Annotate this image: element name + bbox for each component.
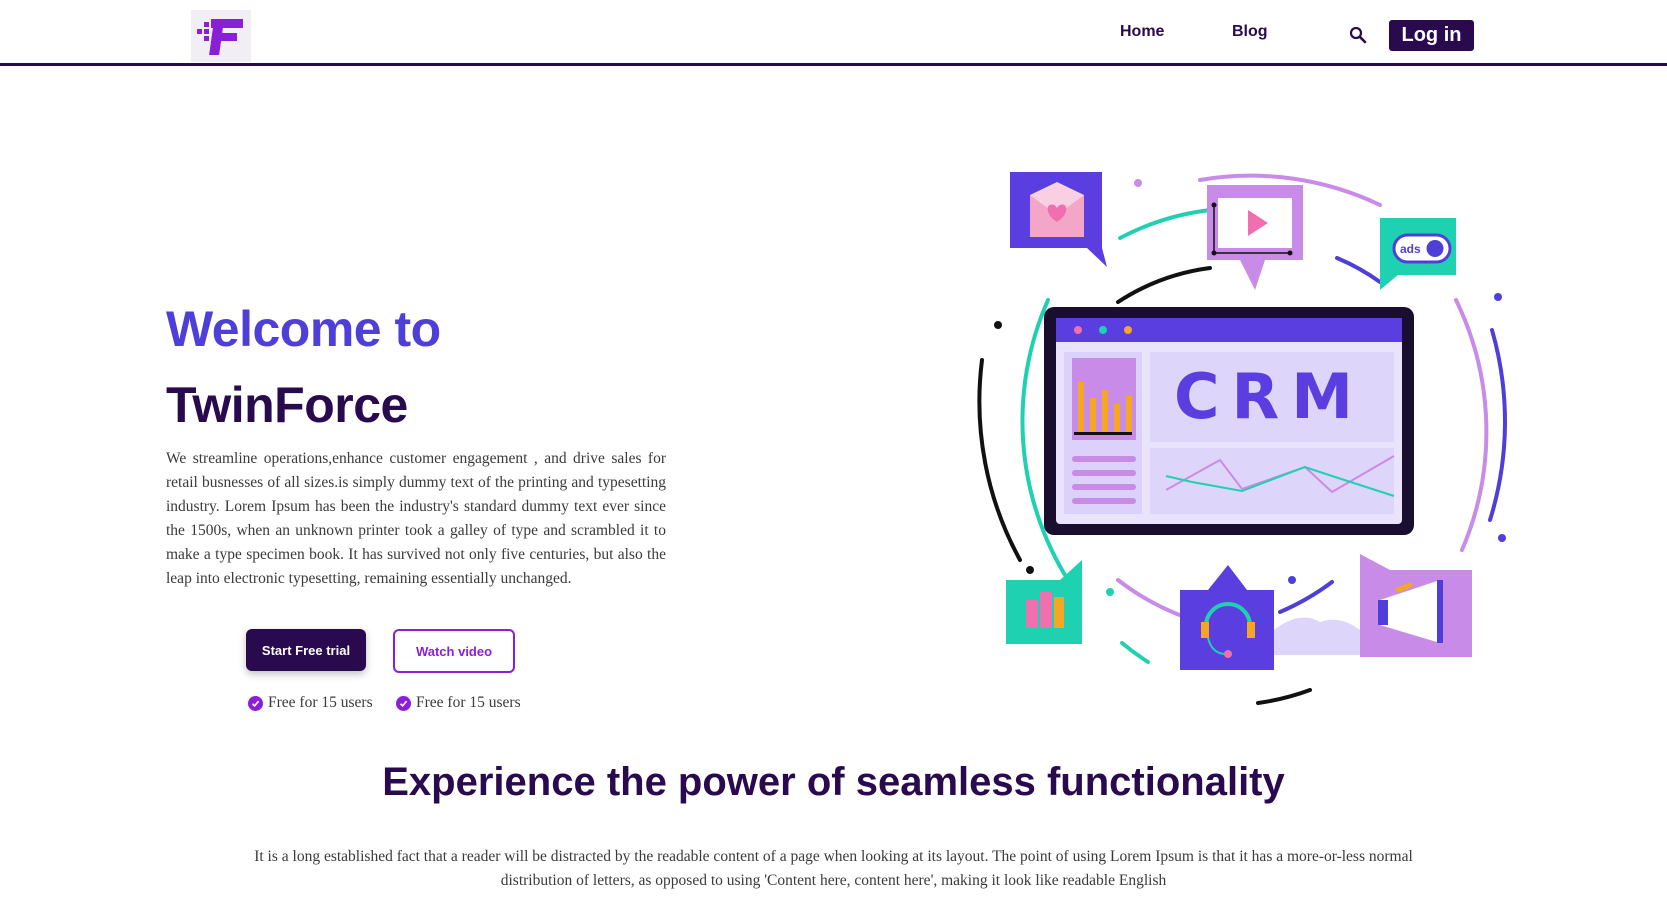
thumbs-up-icon	[1006, 560, 1082, 644]
email-heart-icon	[1010, 172, 1107, 267]
crm-illustration: ads CRM	[977, 172, 1507, 705]
watch-video-button[interactable]: Watch video	[393, 629, 515, 673]
perk-item: Free for 15 users	[396, 694, 521, 712]
video-play-icon	[1207, 185, 1303, 290]
hero-title-welcome: Welcome to	[166, 301, 441, 357]
section-title: Experience the power of seamless functio…	[382, 760, 1285, 804]
crm-monitor: CRM	[1044, 307, 1414, 535]
start-free-trial-button[interactable]: Start Free trial	[246, 629, 366, 671]
perk-item: Free for 15 users	[248, 694, 373, 712]
megaphone-icon	[1360, 554, 1472, 657]
check-icon	[396, 695, 411, 711]
twinforce-logo[interactable]	[191, 10, 251, 62]
ads-label: ads	[1400, 242, 1421, 256]
perk-label: Free for 15 users	[268, 694, 373, 711]
nav-home-link[interactable]: Home	[1120, 23, 1164, 41]
search-icon[interactable]	[1349, 26, 1369, 46]
site-header: Home Blog Log in	[0, 0, 1667, 66]
hero-title-brand: TwinForce	[166, 377, 408, 433]
nav-blog-link[interactable]: Blog	[1232, 23, 1268, 41]
hero-description: We streamline operations,enhance custome…	[166, 450, 666, 587]
section-description: It is a long established fact that a rea…	[254, 848, 1413, 889]
ads-toggle-icon: ads	[1380, 218, 1456, 290]
logo-f-icon	[197, 19, 243, 55]
check-icon	[248, 695, 263, 711]
perk-label: Free for 15 users	[416, 694, 521, 711]
crm-screen-label: CRM	[1174, 360, 1365, 433]
login-button[interactable]: Log in	[1389, 20, 1474, 51]
headset-icon	[1180, 565, 1274, 670]
